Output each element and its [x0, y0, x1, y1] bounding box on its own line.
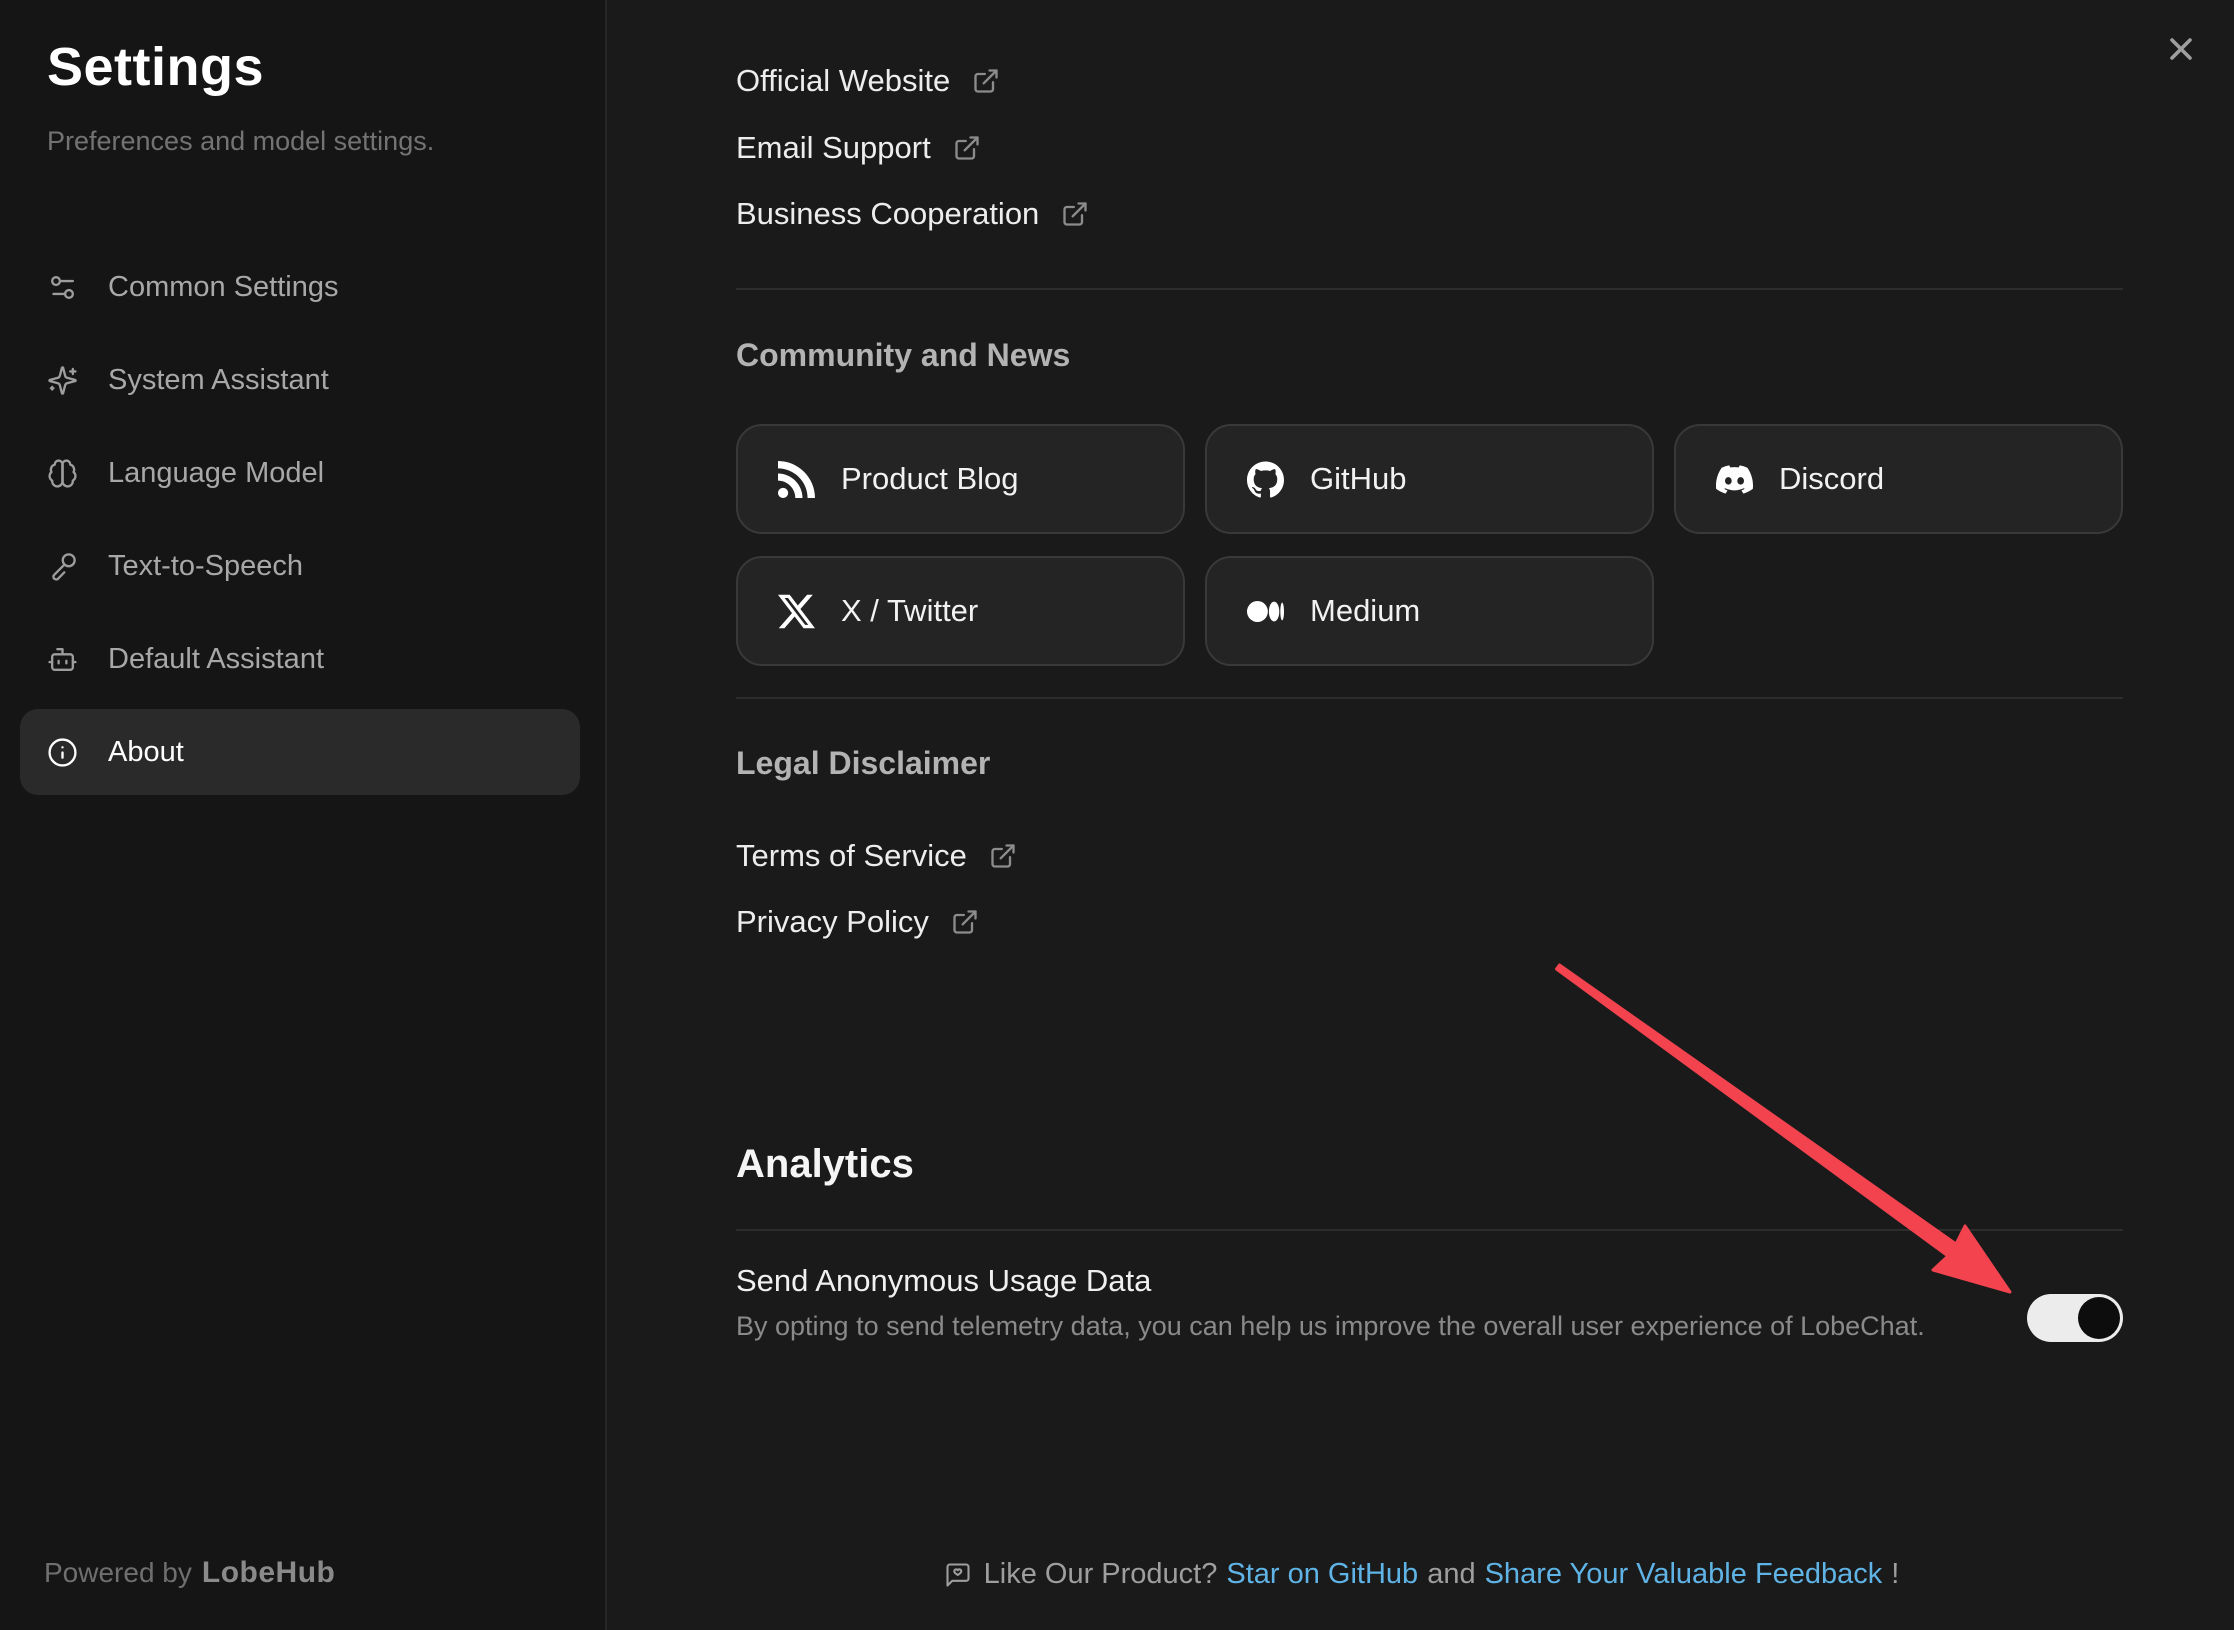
- sidebar-item-label: System Assistant: [108, 364, 329, 397]
- powered-by: Powered by LobeHub: [44, 1556, 335, 1590]
- external-link-icon: [1061, 200, 1089, 228]
- close-button[interactable]: [2158, 26, 2204, 72]
- analytics-divider: [736, 1229, 2123, 1231]
- share-feedback-link[interactable]: Share Your Valuable Feedback: [1485, 1558, 1883, 1591]
- link-label: Business Cooperation: [736, 196, 1039, 232]
- community-section-title: Community and News: [736, 335, 2123, 375]
- usage-data-texts: Send Anonymous Usage Data By opting to s…: [736, 1260, 1925, 1344]
- sidebar-item-label: Text-to-Speech: [108, 550, 303, 583]
- sidebar-item-label: About: [108, 736, 184, 769]
- bot-icon: [47, 644, 78, 675]
- product-blog-button[interactable]: Product Blog: [736, 424, 1185, 534]
- page-title: Settings: [47, 36, 264, 98]
- sidebar-item-label: Common Settings: [108, 271, 339, 304]
- sidebar-item-label: Language Model: [108, 457, 324, 490]
- external-link-icon: [951, 908, 979, 936]
- rss-icon: [778, 461, 815, 498]
- usage-data-toggle[interactable]: [2027, 1294, 2123, 1342]
- close-icon: [2163, 31, 2199, 67]
- button-label: X / Twitter: [841, 593, 978, 629]
- discord-icon: [1716, 461, 1753, 498]
- sidebar-item-language-model[interactable]: Language Model: [20, 430, 580, 516]
- button-label: Discord: [1779, 461, 1884, 497]
- terms-of-service-link[interactable]: Terms of Service: [736, 834, 2123, 878]
- about-panel: Contact Us Official Website Email Suppor…: [609, 0, 2234, 1630]
- link-label: Email Support: [736, 130, 931, 166]
- legal-section-title: Legal Disclaimer: [736, 743, 2123, 783]
- business-cooperation-link[interactable]: Business Cooperation: [736, 192, 2123, 236]
- brain-icon: [47, 458, 78, 489]
- medium-button[interactable]: Medium: [1205, 556, 1654, 666]
- discord-button[interactable]: Discord: [1674, 424, 2123, 534]
- medium-icon: [1247, 593, 1284, 630]
- usage-data-description: By opting to send telemetry data, you ca…: [736, 1308, 1925, 1344]
- link-label: Terms of Service: [736, 838, 967, 874]
- button-label: Medium: [1310, 593, 1420, 629]
- x-twitter-button[interactable]: X / Twitter: [736, 556, 1185, 666]
- button-label: GitHub: [1310, 461, 1406, 497]
- footer-text: Like Our Product?: [984, 1558, 1218, 1591]
- footer-text: and: [1427, 1558, 1475, 1591]
- analytics-section-title: Analytics: [736, 1139, 2123, 1189]
- section-divider: [736, 697, 2123, 699]
- privacy-policy-link[interactable]: Privacy Policy: [736, 900, 2123, 944]
- link-label: Official Website: [736, 63, 950, 99]
- section-divider: [736, 288, 2123, 290]
- contact-section-title: Contact Us: [736, 0, 2123, 6]
- external-link-icon: [989, 842, 1017, 870]
- message-square-heart-icon: [944, 1561, 972, 1589]
- sliders-icon: [47, 272, 78, 303]
- button-label: Product Blog: [841, 461, 1019, 497]
- sidebar-item-default-assistant[interactable]: Default Assistant: [20, 616, 580, 702]
- official-website-link[interactable]: Official Website: [736, 59, 2123, 103]
- star-on-github-link[interactable]: Star on GitHub: [1226, 1558, 1418, 1591]
- product-footer: Like Our Product? Star on GitHub and Sha…: [609, 1558, 2234, 1591]
- sidebar-item-text-to-speech[interactable]: Text-to-Speech: [20, 523, 580, 609]
- sidebar-item-about[interactable]: About: [20, 709, 580, 795]
- mic-icon: [47, 551, 78, 582]
- sidebar-item-label: Default Assistant: [108, 643, 324, 676]
- github-icon: [1247, 461, 1284, 498]
- page-subtitle: Preferences and model settings.: [47, 126, 434, 157]
- sidebar-nav: Common Settings System Assistant Languag…: [20, 244, 580, 802]
- info-icon: [47, 737, 78, 768]
- usage-data-label: Send Anonymous Usage Data: [736, 1260, 1925, 1302]
- link-label: Privacy Policy: [736, 904, 929, 940]
- external-link-icon: [972, 67, 1000, 95]
- lobehub-logo[interactable]: LobeHub: [202, 1556, 335, 1589]
- usage-data-setting: Send Anonymous Usage Data By opting to s…: [736, 1260, 2123, 1344]
- x-icon: [778, 593, 815, 630]
- settings-window: Settings Preferences and model settings.…: [0, 0, 2234, 1630]
- community-buttons: Product Blog GitHub Discord X / Twitter …: [736, 424, 2123, 666]
- external-link-icon: [953, 134, 981, 162]
- powered-by-text: Powered by: [44, 1557, 192, 1588]
- sidebar-item-common-settings[interactable]: Common Settings: [20, 244, 580, 330]
- footer-text: !: [1891, 1558, 1899, 1591]
- sparkles-icon: [47, 365, 78, 396]
- github-button[interactable]: GitHub: [1205, 424, 1654, 534]
- email-support-link[interactable]: Email Support: [736, 126, 2123, 170]
- settings-sidebar: Settings Preferences and model settings.…: [0, 0, 607, 1630]
- sidebar-item-system-assistant[interactable]: System Assistant: [20, 337, 580, 423]
- toggle-knob: [2078, 1297, 2120, 1339]
